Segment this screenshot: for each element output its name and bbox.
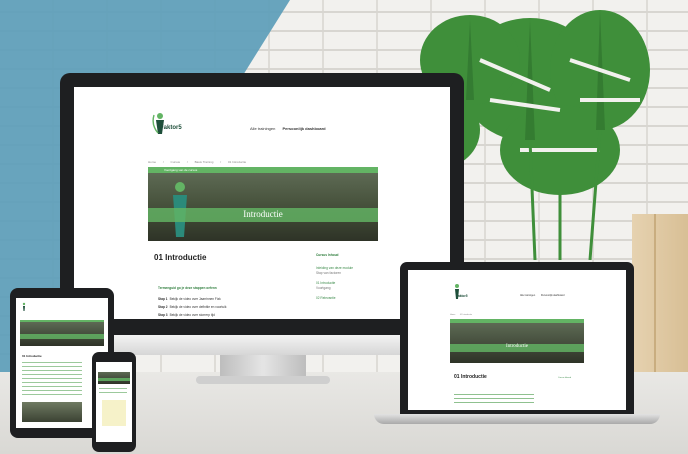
page-title: 01 Introductie xyxy=(22,354,42,358)
section-subhead: Termenguid go je deze stappen oefenn xyxy=(158,286,217,290)
breadcrumb-current: 01 Introductie xyxy=(227,160,247,164)
sidebar-item-meta: Voortgang xyxy=(316,286,331,290)
step-text: Bekijk de video over storrerp tijd xyxy=(169,313,215,317)
content-lines xyxy=(22,362,82,398)
course-sidebar: Cursus Inhoud xyxy=(558,376,571,380)
laptop-screen: Faktor5 Alle trainingen Persoonlijk dash… xyxy=(408,270,626,410)
desktop-screen: Faktor5 Alle trainingen Persoonlijk dash… xyxy=(74,87,450,319)
content-lines xyxy=(99,388,127,396)
breadcrumb: Home 01 Introductie xyxy=(450,314,476,316)
sidebar-heading: Cursus Inhoud xyxy=(558,377,572,379)
hero-title: Introductie xyxy=(506,344,528,349)
laptop-course-page: Faktor5 Alle trainingen Persoonlijk dash… xyxy=(408,270,626,410)
hero-title-band xyxy=(98,378,130,381)
nav-all-trainings[interactable]: Alle trainingen xyxy=(520,294,535,297)
sidebar-item-label: 02 Relevantie xyxy=(316,296,336,300)
step-label: Stap 1 xyxy=(158,297,168,301)
step-item: Stap 2 Bekijk de video over definitie en … xyxy=(158,303,226,311)
sidebar-item[interactable]: 02 Relevantie xyxy=(316,296,376,301)
breadcrumb-current: 01 Introductie xyxy=(459,314,473,316)
breadcrumb-home[interactable]: Home xyxy=(450,314,455,316)
monitor-stand-foot xyxy=(196,376,330,384)
faktor5-logo-icon xyxy=(22,302,26,311)
breadcrumb-home[interactable]: Home xyxy=(148,160,156,164)
breadcrumb-course[interactable]: Cursus xyxy=(171,160,181,164)
step-text: Bekijk de video over Jaarrinnen Fizk xyxy=(169,297,221,301)
faktor5-logo-icon xyxy=(152,113,164,134)
nav-all-trainings[interactable]: Alle trainingen xyxy=(250,126,275,131)
content-card xyxy=(102,400,126,426)
course-sidebar: Cursus Inhoud Inleiding van deze module … xyxy=(316,253,376,306)
page-title: 01 Introductie xyxy=(154,253,207,262)
breadcrumb: Home / Cursus / Basis Training / 01 Intr… xyxy=(148,160,252,164)
laptop: Faktor5 Alle trainingen Persoonlijk dash… xyxy=(400,262,634,414)
breadcrumb-separator: / xyxy=(220,160,222,164)
page-title: 01 Introductie xyxy=(454,374,487,380)
phone-screen xyxy=(96,362,132,442)
breadcrumb-separator: / xyxy=(186,160,188,164)
smartphone xyxy=(92,352,136,452)
hero-banner: Introductie xyxy=(148,173,378,241)
device-mockup-scene: Faktor5 Alle trainingen Persoonlijk dash… xyxy=(0,0,688,454)
step-item: Stap 3 Bekijk de video over storrerp tijd xyxy=(158,311,226,319)
step-label: Stap 2 xyxy=(158,305,168,309)
step-label: Stap 3 xyxy=(158,313,168,317)
main-nav: Alle trainingen Persoonlijk dashboard xyxy=(250,126,326,131)
sidebar-heading: Cursus Inhoud xyxy=(316,253,339,257)
step-text: Bekijk de video over definitie en voortu… xyxy=(169,305,227,309)
progress-label: Voortgang van de cursus xyxy=(164,168,198,172)
steps-list: Stap 1 Bekijk de video over Jaarrinnen Fi… xyxy=(158,295,226,319)
step-item: Stap 1 Bekijk de video over Jaarrinnen Fi… xyxy=(158,295,226,303)
content-image xyxy=(22,402,82,422)
breadcrumb-training[interactable]: Basis Training xyxy=(195,160,214,164)
sidebar-item[interactable]: Inleiding van deze module Stap van facto… xyxy=(316,266,376,276)
sidebar-item-label: Inleiding van deze module xyxy=(316,266,354,270)
main-nav: Alle trainingen Persoonlijk dashboard xyxy=(520,294,569,297)
sidebar-item-meta: Stap van factoren xyxy=(316,271,341,275)
sidebar-item-active[interactable]: 01 Introductie Voortgang xyxy=(316,281,376,291)
sidebar-item-label: 01 Introductie xyxy=(316,281,336,285)
hero-banner xyxy=(98,372,130,384)
content-lines xyxy=(454,394,534,406)
monitor-stand-neck xyxy=(220,355,306,377)
breadcrumb-separator: / xyxy=(162,160,164,164)
brand-name: Faktor5 xyxy=(160,125,182,131)
course-page: Faktor5 Alle trainingen Persoonlijk dash… xyxy=(74,87,450,319)
hero-banner xyxy=(20,322,104,346)
nav-personal-dashboard[interactable]: Persoonlijk dashboard xyxy=(282,126,325,131)
hero-banner: Introductie xyxy=(450,323,584,363)
brand-name: Faktor5 xyxy=(456,294,468,298)
hero-title-band xyxy=(20,334,104,339)
laptop-base xyxy=(374,414,660,424)
hero-title: Introductie xyxy=(243,209,283,219)
nav-personal-dashboard[interactable]: Persoonlijk dashboard xyxy=(541,294,565,297)
